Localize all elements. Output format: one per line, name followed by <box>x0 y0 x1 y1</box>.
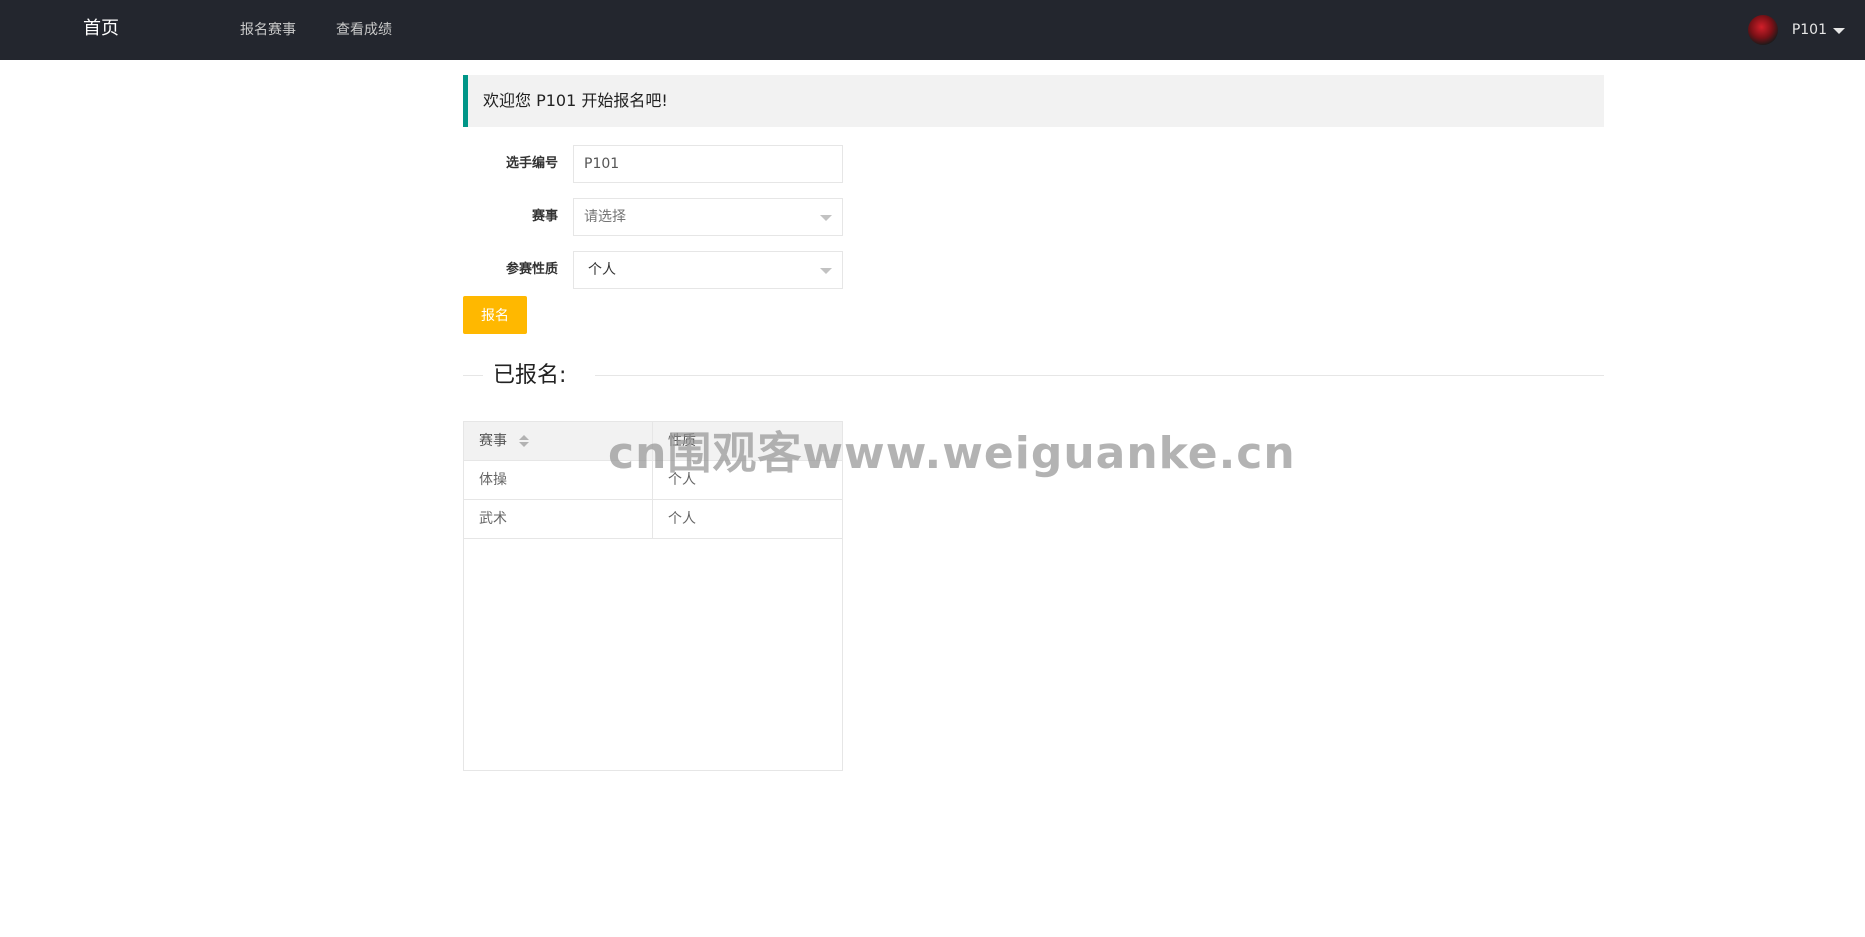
user-name: P101 <box>1791 22 1827 38</box>
sort-icon[interactable] <box>519 434 530 448</box>
section-divider-left <box>463 375 483 376</box>
user-menu[interactable]: P101 <box>1747 15 1845 45</box>
caret-down-icon <box>1833 28 1845 34</box>
participation-label: 参赛性质 <box>505 262 558 277</box>
dropdown-caret-icon <box>820 215 832 221</box>
event-select-placeholder: 请选择 <box>584 209 626 225</box>
section-divider-right <box>595 375 1604 376</box>
table-cell-type: 个人 <box>668 472 696 488</box>
table-cell-event: 武术 <box>464 500 653 538</box>
table-cell-type: 个人 <box>668 511 696 527</box>
table-row: 体操 个人 <box>464 461 842 500</box>
registered-table: 赛事 性质 体操 个人 武术 个人 <box>463 421 843 771</box>
dropdown-caret-icon <box>820 268 832 274</box>
table-cell-event: 体操 <box>464 461 653 499</box>
event-label: 赛事 <box>531 209 558 224</box>
table-row: 武术 个人 <box>464 500 842 539</box>
participation-select[interactable]: 个人 <box>573 251 843 289</box>
registered-section-title: 已报名: <box>493 363 567 388</box>
table-header-row: 赛事 性质 <box>464 422 842 461</box>
event-select[interactable]: 请选择 <box>573 198 843 236</box>
participation-select-value: 个人 <box>588 262 616 278</box>
top-nav: 首页 报名赛事 查看成绩 P101 <box>0 0 1865 60</box>
player-id-input[interactable] <box>573 145 843 183</box>
table-header-event-label: 赛事 <box>479 433 507 449</box>
register-button[interactable]: 报名 <box>463 296 527 334</box>
player-id-label: 选手编号 <box>505 156 558 171</box>
avatar <box>1747 15 1778 45</box>
nav-home-link[interactable]: 首页 <box>83 17 119 41</box>
table-header-type: 性质 <box>668 433 696 449</box>
table-header-event[interactable]: 赛事 <box>464 422 653 460</box>
nav-link-view-scores[interactable]: 查看成绩 <box>336 20 392 40</box>
nav-link-signup-events[interactable]: 报名赛事 <box>240 20 296 40</box>
welcome-banner: 欢迎您 P101 开始报名吧! <box>463 75 1604 127</box>
